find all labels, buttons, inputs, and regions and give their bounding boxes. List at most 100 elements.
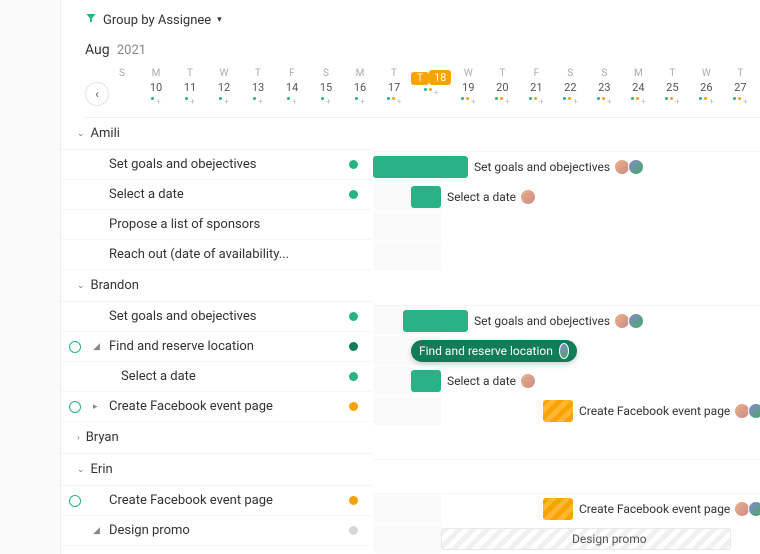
group-name: Bryan: [86, 430, 119, 445]
task-row[interactable]: ▸ Create Facebook event page: [61, 392, 372, 422]
gantt-row: Set goals and obejectives: [373, 152, 760, 182]
group-header[interactable]: ⌄ Erin: [61, 454, 372, 486]
status-dot: [349, 312, 358, 321]
avatar: [628, 313, 644, 329]
bar-label: Set goals and obejectives: [474, 159, 644, 175]
expand-icon[interactable]: ◢: [93, 526, 100, 536]
chevron-icon: ⌄: [77, 129, 85, 139]
gantt-row: Find and reserve location: [373, 336, 760, 366]
task-row[interactable]: Select a date: [61, 362, 372, 392]
calendar-day[interactable]: F14+: [275, 68, 309, 103]
caret-down-icon: ▾: [217, 15, 222, 25]
task-row[interactable]: Reach out (date of availability...: [61, 240, 372, 270]
task-row[interactable]: ◢Find and reserve location: [61, 332, 372, 362]
gantt-bar[interactable]: Select a date: [411, 186, 441, 208]
expand-icon[interactable]: ▸: [93, 402, 98, 412]
calendar-day[interactable]: S15+: [309, 68, 343, 103]
avatar: [520, 373, 536, 389]
group-header[interactable]: ⌄ Amili: [61, 118, 372, 150]
task-row[interactable]: Create Facebook event page: [61, 486, 372, 516]
chevron-icon: ›: [77, 433, 80, 443]
calendar-day[interactable]: W26+: [689, 68, 723, 103]
gantt-row: Set goals and obejectives: [373, 306, 760, 336]
group-header[interactable]: › Bryan: [61, 422, 372, 454]
avatar: [520, 189, 536, 205]
task-name: Create Facebook event page: [109, 493, 273, 508]
task-name: Design promo: [109, 523, 190, 538]
gantt-bar[interactable]: Create Facebook event page: [543, 498, 573, 520]
calendar-day[interactable]: M10+: [139, 68, 173, 103]
group-name: Erin: [91, 462, 113, 477]
chevron-icon: ⌄: [77, 465, 85, 475]
task-row[interactable]: Propose a list of sponsors: [61, 210, 372, 240]
gantt-bar[interactable]: Design promo: [441, 528, 731, 550]
calendar-day[interactable]: S: [105, 68, 139, 103]
calendar-day[interactable]: T17+: [377, 68, 411, 103]
calendar-day[interactable]: T27+: [723, 68, 757, 103]
avatar: [628, 159, 644, 175]
task-name: Set goals and obejectives: [109, 309, 256, 324]
calendar-day[interactable]: M24+: [621, 68, 655, 103]
gantt-row: Select a date: [373, 182, 760, 212]
year-label: 2021: [117, 43, 146, 58]
group-name: Brandon: [91, 278, 139, 293]
gantt-row: [373, 212, 760, 242]
calendar-day[interactable]: M16+: [343, 68, 377, 103]
group-name: Amili: [91, 126, 120, 141]
status-dot: [349, 526, 358, 535]
status-dot: [349, 160, 358, 169]
gantt-bar[interactable]: Find and reserve location: [411, 340, 577, 362]
calendar-day[interactable]: T13+: [241, 68, 275, 103]
bar-label: Set goals and obejectives: [474, 313, 644, 329]
task-row[interactable]: Set goals and obejectives: [61, 150, 372, 180]
avatar: [748, 403, 760, 419]
month-label: Aug: [85, 42, 110, 58]
calendar-day[interactable]: T11+: [173, 68, 207, 103]
status-dot: [349, 342, 358, 351]
calendar-day[interactable]: F21+: [519, 68, 553, 103]
calendar-day[interactable]: T20+: [485, 68, 519, 103]
group-header[interactable]: ⌄ Brandon: [61, 270, 372, 302]
calendar-day[interactable]: S23+: [587, 68, 621, 103]
bar-label: Select a date: [447, 189, 536, 205]
gantt-bar[interactable]: Set goals and obejectives: [403, 310, 468, 332]
prev-arrow-button[interactable]: ‹: [85, 82, 109, 106]
bar-label: Create Facebook event page: [579, 501, 760, 517]
gantt-row: [373, 242, 760, 272]
status-dot: [349, 402, 358, 411]
bar-label: Design promo: [572, 532, 647, 546]
task-row[interactable]: ◢ Design promo: [61, 516, 372, 546]
filter-icon: [85, 12, 97, 28]
gantt-bar[interactable]: Select a date: [411, 370, 441, 392]
task-row[interactable]: Select a date: [61, 180, 372, 210]
task-name: Select a date: [121, 369, 196, 384]
task-name: Reach out (date of availability...: [109, 247, 289, 262]
group-by-button[interactable]: Group by Assignee: [103, 13, 211, 28]
task-ring-icon: [69, 495, 81, 507]
gantt-row: Create Facebook event page: [373, 494, 760, 524]
calendar-day[interactable]: W12+: [207, 68, 241, 103]
gantt-row: Design promo: [373, 524, 760, 554]
task-row[interactable]: Set goals and obejectives: [61, 302, 372, 332]
task-name: Select a date: [109, 187, 184, 202]
status-dot: [349, 496, 358, 505]
task-ring-icon: [69, 341, 81, 353]
task-name: Create Facebook event page: [109, 399, 273, 414]
calendar-day[interactable]: T25+: [655, 68, 689, 103]
calendar-day[interactable]: T18+: [411, 68, 451, 103]
task-ring-icon: [69, 401, 81, 413]
task-name: Set goals and obejectives: [109, 157, 256, 172]
status-dot: [349, 372, 358, 381]
task-name: Propose a list of sponsors: [109, 217, 260, 232]
status-dot: [349, 190, 358, 199]
chevron-icon: ⌄: [77, 281, 85, 291]
calendar-day[interactable]: W19+: [451, 68, 485, 103]
gantt-bar[interactable]: Set goals and obejectives: [373, 156, 468, 178]
calendar-day[interactable]: S22+: [553, 68, 587, 103]
expand-icon[interactable]: ◢: [93, 342, 100, 352]
gantt-bar[interactable]: Create Facebook event page: [543, 400, 573, 422]
gantt-row: Create Facebook event page: [373, 396, 760, 426]
bar-label: Find and reserve location: [419, 344, 553, 358]
avatar: [748, 501, 760, 517]
avatar: [559, 343, 569, 359]
